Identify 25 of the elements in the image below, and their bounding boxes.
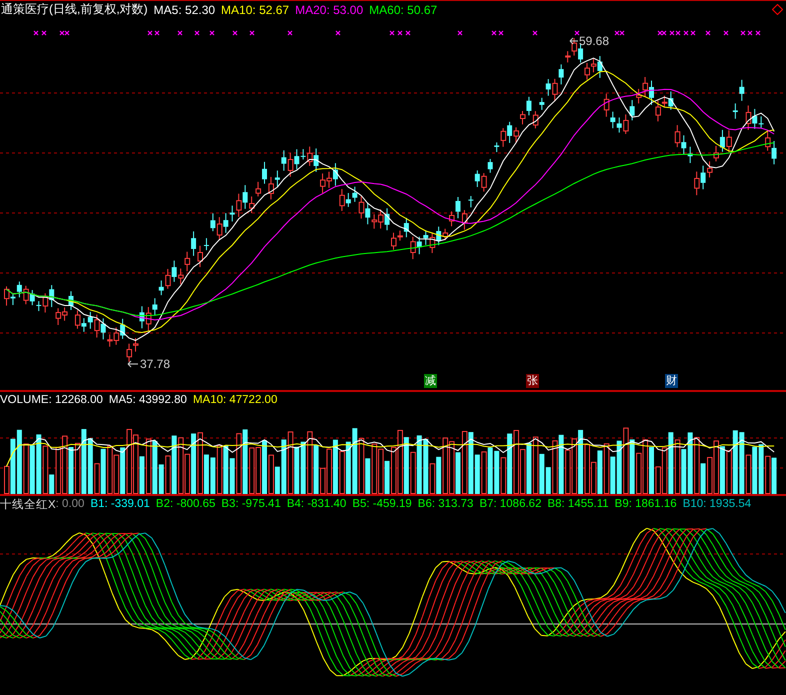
price-high-label: 59.68 — [579, 34, 610, 48]
volume-legend: VOLUME: 12268.00 — [0, 394, 103, 406]
indicator-line-legend: B1: -339.01 — [90, 498, 150, 510]
volume-legend: MA5: 43992.80 — [108, 394, 187, 406]
moving-average-legend: MA5: 52.30 — [154, 2, 216, 16]
indicator-title: 十线全红X — [0, 498, 56, 512]
indicator-line-legend: B3: -975.41 — [221, 498, 281, 510]
indicator-line-legend: B5: -459.19 — [352, 498, 412, 510]
indicator-line-legend: B10: 1935.54 — [682, 498, 752, 510]
moving-average-legend: MA20: 53.00 — [295, 2, 364, 16]
moving-average-legend: MA10: 52.67 — [221, 2, 290, 16]
indicator-line-legend: B8: 1455.11 — [547, 498, 609, 510]
event-marker[interactable]: 张 — [526, 374, 539, 388]
chart-title: 通策医疗(日线,前复权,对数) — [1, 1, 148, 18]
indicator-value: : 0.00 — [56, 498, 84, 510]
indicator-line-legend: B4: -831.40 — [286, 498, 346, 510]
event-marker[interactable]: 减 — [424, 374, 437, 388]
indicator-line-legend: B6: 313.73 — [418, 498, 474, 510]
indicator-line-legend: B2: -800.65 — [156, 498, 216, 510]
event-marker[interactable]: 财 — [665, 374, 678, 388]
price-low-label: 37.78 — [140, 357, 170, 371]
indicator-line-legend: B9: 1861.16 — [614, 498, 677, 510]
moving-average-legend: MA60: 50.67 — [369, 2, 438, 16]
indicator-line-legend: B7: 1086.62 — [479, 498, 542, 510]
volume-legend: MA10: 47722.00 — [192, 394, 278, 406]
